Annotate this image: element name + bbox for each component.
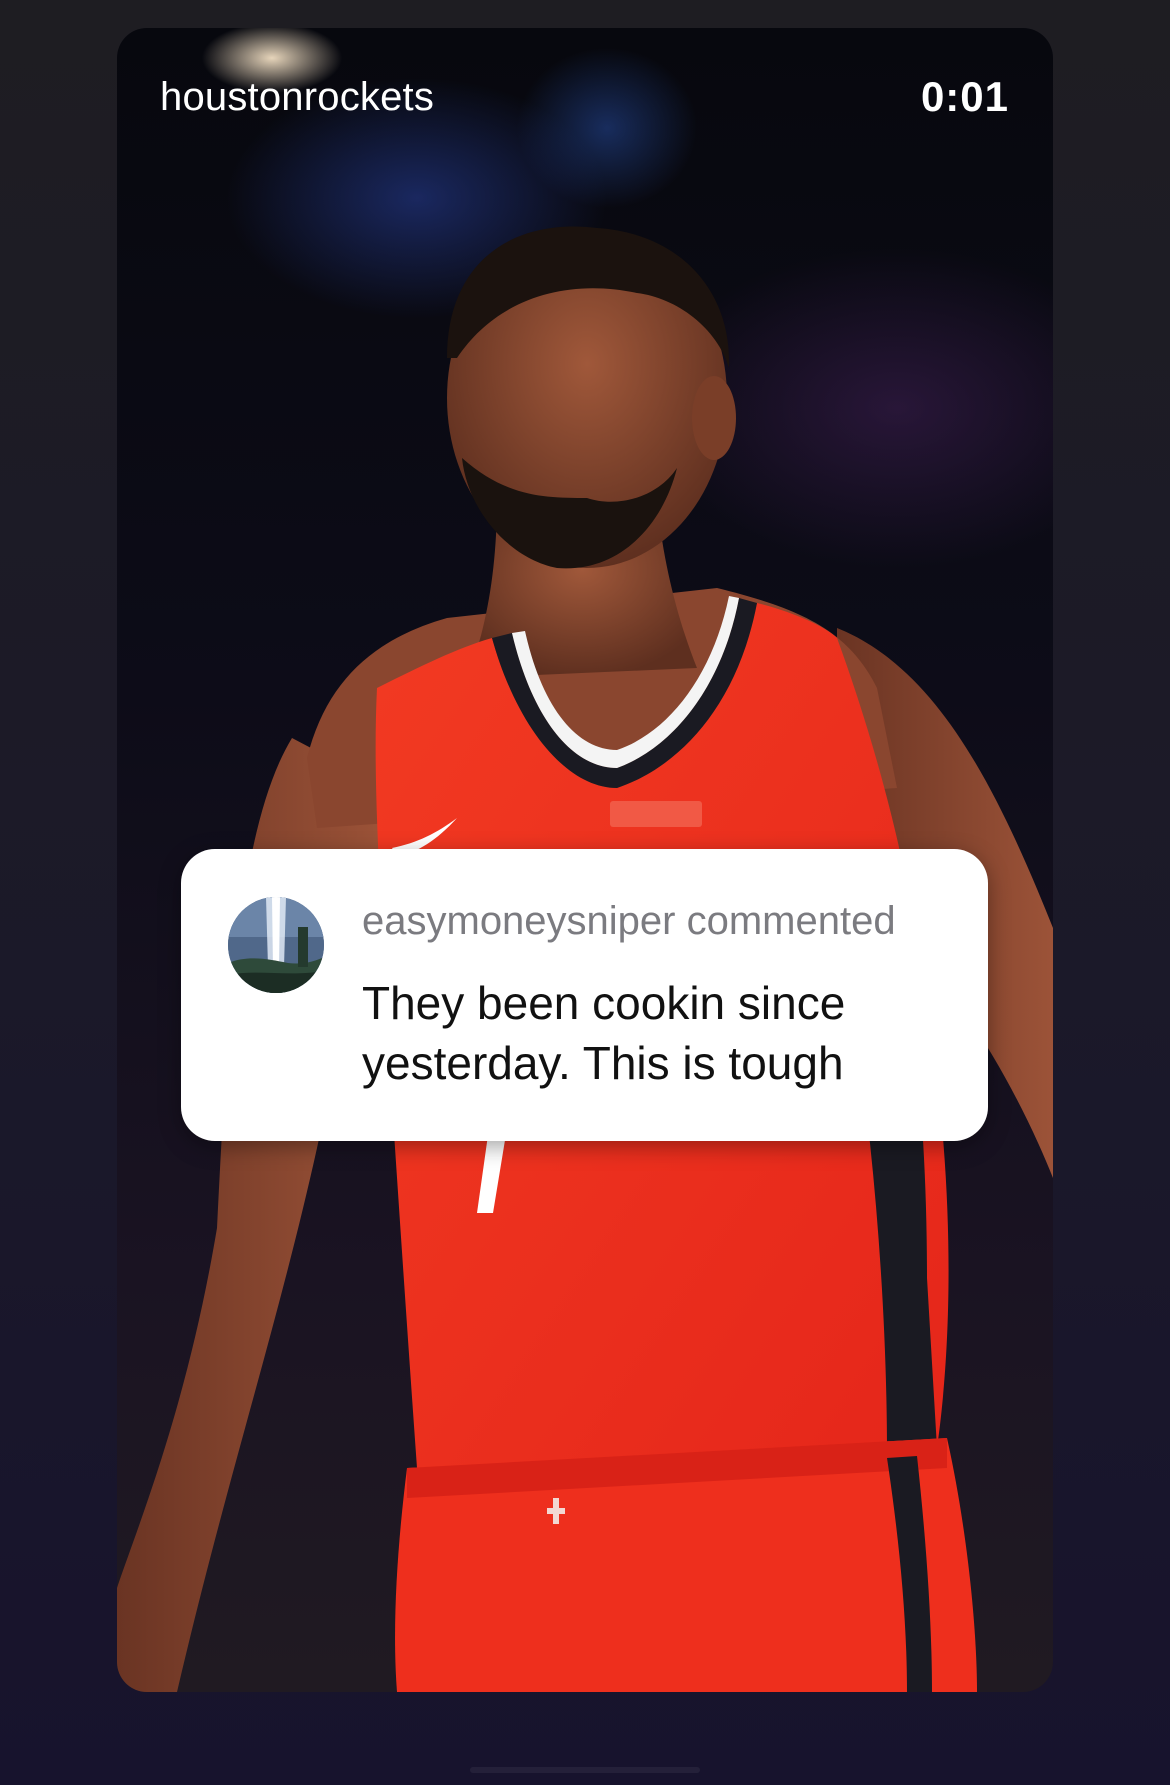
avatar[interactable] (228, 897, 324, 993)
comment-sticker[interactable]: easymoneysniper commented They been cook… (181, 849, 988, 1141)
story-timer: 0:01 (920, 73, 1009, 120)
comment-text: They been cookin since yesterday. This i… (362, 977, 846, 1089)
commenter-line: easymoneysniper commented (362, 899, 896, 943)
story-username[interactable]: houstonrockets (160, 75, 434, 120)
home-indicator (470, 1767, 700, 1773)
